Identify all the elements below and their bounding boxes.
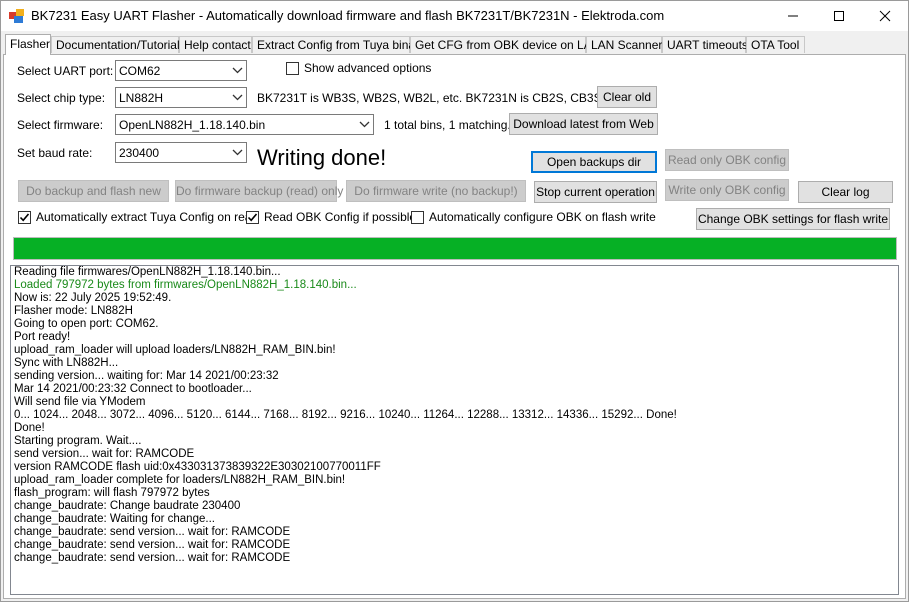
minimize-icon <box>788 15 798 17</box>
log-line: 0... 1024... 2048... 3072... 4096... 512… <box>14 409 677 421</box>
status-text: Writing done! <box>257 145 387 170</box>
checkbox-box <box>411 211 424 224</box>
log-line: change_baudrate: send version... wait fo… <box>14 552 291 564</box>
tab-help-contact[interactable]: Help contact <box>179 36 252 53</box>
log-line: Flasher mode: LN882H <box>14 305 133 317</box>
log-line: Sync with LN882H... <box>14 357 119 369</box>
baud-rate-label: Set baud rate: <box>17 146 93 160</box>
bins-info-text: 1 total bins, 1 matching. <box>384 118 511 132</box>
firmware-backup-button[interactable]: Do firmware backup (read) only <box>175 180 343 202</box>
clear-old-button[interactable]: Clear old <box>597 86 657 108</box>
progress-bar <box>13 237 897 260</box>
auto-configure-label: Automatically configure OBK on flash wri… <box>429 210 656 224</box>
chip-type-select[interactable]: LN882H <box>115 87 247 108</box>
chip-type-value: LN882H <box>119 91 164 105</box>
log-line: Starting program. Wait.... <box>14 435 142 447</box>
uart-port-label: Select UART port: <box>17 64 114 78</box>
download-latest-button[interactable]: Download latest from Web <box>509 113 658 135</box>
app-icon <box>9 9 24 23</box>
baud-rate-select[interactable]: 230400 <box>115 142 247 163</box>
log-line: flash_program: will flash 797972 bytes <box>14 487 210 499</box>
uart-port-select[interactable]: COM62 <box>115 60 247 81</box>
log-line: change_baudrate: send version... wait fo… <box>14 539 291 551</box>
open-backups-button[interactable]: Open backups dir <box>531 151 657 173</box>
log-line: change_baudrate: send version... wait fo… <box>14 526 291 538</box>
change-obk-settings-button[interactable]: Change OBK settings for flash write <box>696 208 890 230</box>
read-obk-label: Read OBK Config if possible <box>264 210 417 224</box>
tab-extract-config[interactable]: Extract Config from Tuya binary <box>252 36 425 53</box>
log-line: Reading file firmwares/OpenLN882H_1.18.1… <box>14 266 281 278</box>
read-only-obk-button[interactable]: Read only OBK config <box>665 149 789 171</box>
chevron-down-icon <box>232 149 243 156</box>
maximize-button[interactable] <box>816 1 862 31</box>
flasher-panel: Select UART port: COM62 Show advanced op… <box>3 54 906 599</box>
checkbox-box <box>18 211 31 224</box>
tab-lan-scanner[interactable]: LAN Scanner <box>586 36 662 53</box>
chip-type-label: Select chip type: <box>17 91 106 105</box>
log-line: send version... wait for: RAMCODE <box>14 448 195 460</box>
app-window: BK7231 Easy UART Flasher - Automatically… <box>0 0 909 602</box>
tab-flasher[interactable]: Flasher <box>5 34 51 55</box>
chevron-down-icon <box>359 121 370 128</box>
minimize-button[interactable] <box>770 1 816 31</box>
checkmark-icon <box>19 213 30 222</box>
firmware-label: Select firmware: <box>17 118 104 132</box>
log-line: change_baudrate: Change baudrate 230400 <box>14 500 241 512</box>
title-bar: BK7231 Easy UART Flasher - Automatically… <box>1 1 908 31</box>
close-icon <box>879 10 891 22</box>
log-line: Loaded 797972 bytes from firmwares/OpenL… <box>14 279 357 291</box>
baud-rate-value: 230400 <box>119 146 160 160</box>
log-line: Mar 14 2021/00:23:32 Connect to bootload… <box>14 383 252 395</box>
tab-documentation[interactable]: Documentation/Tutorials <box>51 36 186 53</box>
log-line: change_baudrate: Waiting for change... <box>14 513 215 525</box>
maximize-icon <box>834 11 844 21</box>
chip-info-text: BK7231T is WB3S, WB2S, WB2L, etc. BK7231… <box>257 91 625 105</box>
log-line: Done! <box>14 422 45 434</box>
write-only-obk-button[interactable]: Write only OBK config <box>665 179 789 201</box>
log-line: version RAMCODE flash uid:0x433031373839… <box>14 461 381 473</box>
log-textbox[interactable]: Reading file firmwares/OpenLN882H_1.18.1… <box>10 265 899 595</box>
chevron-down-icon <box>232 94 243 101</box>
progress-fill <box>14 238 896 259</box>
window-title: BK7231 Easy UART Flasher - Automatically… <box>31 8 665 23</box>
checkbox-box <box>246 211 259 224</box>
log-line: upload_ram_loader will upload loaders/LN… <box>14 344 336 356</box>
firmware-value: OpenLN882H_1.18.140.bin <box>119 118 266 132</box>
log-line: Port ready! <box>14 331 71 343</box>
tab-strip: Flasher Documentation/Tutorials Help con… <box>3 34 906 55</box>
firmware-write-button[interactable]: Do firmware write (no backup!) <box>346 180 526 202</box>
log-line: Will send file via YModem <box>14 396 146 408</box>
checkmark-icon <box>247 213 258 222</box>
log-line: Going to open port: COM62. <box>14 318 159 330</box>
show-advanced-label: Show advanced options <box>304 61 432 75</box>
backup-flash-new-button[interactable]: Do backup and flash new <box>18 180 169 202</box>
clear-log-button[interactable]: Clear log <box>798 181 893 203</box>
chevron-down-icon <box>232 67 243 74</box>
stop-operation-button[interactable]: Stop current operation <box>534 181 657 203</box>
checkbox-box <box>286 62 299 75</box>
log-line: sending version... waiting for: Mar 14 2… <box>14 370 279 382</box>
uart-port-value: COM62 <box>119 64 161 78</box>
tab-ota-tool[interactable]: OTA Tool <box>746 36 805 53</box>
log-line: upload_ram_loader complete for loaders/L… <box>14 474 346 486</box>
tab-get-cfg-obk[interactable]: Get CFG from OBK device on LAN <box>410 36 600 53</box>
firmware-select[interactable]: OpenLN882H_1.18.140.bin <box>115 114 374 135</box>
tab-uart-timeouts[interactable]: UART timeouts <box>662 36 748 53</box>
close-button[interactable] <box>862 1 908 31</box>
log-line: Now is: 22 July 2025 19:52:49. <box>14 292 172 304</box>
auto-extract-label: Automatically extract Tuya Config on rea… <box>36 210 259 224</box>
